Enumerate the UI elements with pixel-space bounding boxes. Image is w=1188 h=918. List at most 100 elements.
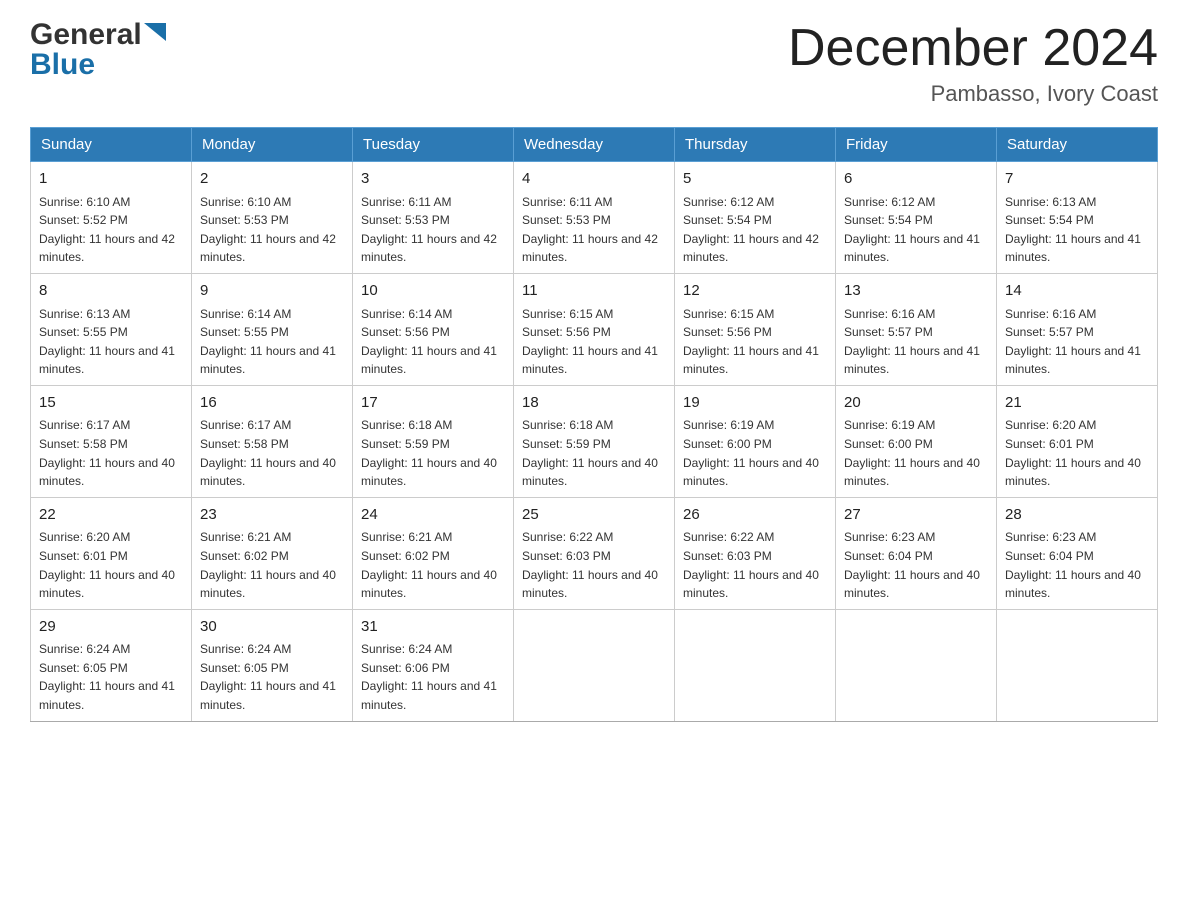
calendar-header-row: SundayMondayTuesdayWednesdayThursdayFrid… bbox=[31, 128, 1158, 162]
day-info: Sunrise: 6:16 AMSunset: 5:57 PMDaylight:… bbox=[1005, 305, 1149, 379]
day-info: Sunrise: 6:13 AMSunset: 5:54 PMDaylight:… bbox=[1005, 193, 1149, 267]
day-info: Sunrise: 6:13 AMSunset: 5:55 PMDaylight:… bbox=[39, 305, 183, 379]
calendar-week-row: 1Sunrise: 6:10 AMSunset: 5:52 PMDaylight… bbox=[31, 162, 1158, 274]
day-number: 18 bbox=[522, 392, 666, 415]
day-number: 20 bbox=[844, 392, 988, 415]
day-number: 5 bbox=[683, 168, 827, 191]
day-number: 16 bbox=[200, 392, 344, 415]
day-number: 1 bbox=[39, 168, 183, 191]
calendar-cell: 7Sunrise: 6:13 AMSunset: 5:54 PMDaylight… bbox=[997, 162, 1158, 274]
calendar-cell: 11Sunrise: 6:15 AMSunset: 5:56 PMDayligh… bbox=[514, 274, 675, 386]
day-number: 11 bbox=[522, 280, 666, 303]
day-number: 14 bbox=[1005, 280, 1149, 303]
logo-triangle-icon bbox=[144, 23, 166, 41]
calendar-day-header: Friday bbox=[836, 128, 997, 162]
day-number: 29 bbox=[39, 616, 183, 639]
day-number: 2 bbox=[200, 168, 344, 191]
calendar-cell: 16Sunrise: 6:17 AMSunset: 5:58 PMDayligh… bbox=[192, 385, 353, 497]
day-info: Sunrise: 6:20 AMSunset: 6:01 PMDaylight:… bbox=[39, 528, 183, 602]
day-number: 3 bbox=[361, 168, 505, 191]
day-info: Sunrise: 6:17 AMSunset: 5:58 PMDaylight:… bbox=[200, 416, 344, 490]
calendar-cell: 18Sunrise: 6:18 AMSunset: 5:59 PMDayligh… bbox=[514, 385, 675, 497]
calendar-cell bbox=[514, 609, 675, 721]
day-number: 6 bbox=[844, 168, 988, 191]
day-number: 12 bbox=[683, 280, 827, 303]
day-info: Sunrise: 6:21 AMSunset: 6:02 PMDaylight:… bbox=[200, 528, 344, 602]
day-number: 9 bbox=[200, 280, 344, 303]
calendar-cell: 23Sunrise: 6:21 AMSunset: 6:02 PMDayligh… bbox=[192, 497, 353, 609]
day-info: Sunrise: 6:18 AMSunset: 5:59 PMDaylight:… bbox=[522, 416, 666, 490]
day-number: 27 bbox=[844, 504, 988, 527]
logo-blue-text: Blue bbox=[30, 50, 166, 80]
calendar-cell: 30Sunrise: 6:24 AMSunset: 6:05 PMDayligh… bbox=[192, 609, 353, 721]
calendar-cell: 13Sunrise: 6:16 AMSunset: 5:57 PMDayligh… bbox=[836, 274, 997, 386]
day-info: Sunrise: 6:16 AMSunset: 5:57 PMDaylight:… bbox=[844, 305, 988, 379]
day-info: Sunrise: 6:15 AMSunset: 5:56 PMDaylight:… bbox=[683, 305, 827, 379]
day-info: Sunrise: 6:22 AMSunset: 6:03 PMDaylight:… bbox=[683, 528, 827, 602]
calendar-cell: 19Sunrise: 6:19 AMSunset: 6:00 PMDayligh… bbox=[675, 385, 836, 497]
day-number: 23 bbox=[200, 504, 344, 527]
day-number: 7 bbox=[1005, 168, 1149, 191]
day-number: 31 bbox=[361, 616, 505, 639]
calendar-cell bbox=[997, 609, 1158, 721]
page-header: General Blue December 2024 Pambasso, Ivo… bbox=[30, 20, 1158, 107]
title-section: December 2024 Pambasso, Ivory Coast bbox=[788, 20, 1158, 107]
calendar-cell: 1Sunrise: 6:10 AMSunset: 5:52 PMDaylight… bbox=[31, 162, 192, 274]
day-number: 30 bbox=[200, 616, 344, 639]
day-number: 13 bbox=[844, 280, 988, 303]
day-info: Sunrise: 6:23 AMSunset: 6:04 PMDaylight:… bbox=[844, 528, 988, 602]
day-info: Sunrise: 6:22 AMSunset: 6:03 PMDaylight:… bbox=[522, 528, 666, 602]
day-number: 19 bbox=[683, 392, 827, 415]
calendar-cell: 22Sunrise: 6:20 AMSunset: 6:01 PMDayligh… bbox=[31, 497, 192, 609]
calendar-cell: 8Sunrise: 6:13 AMSunset: 5:55 PMDaylight… bbox=[31, 274, 192, 386]
calendar-day-header: Thursday bbox=[675, 128, 836, 162]
day-info: Sunrise: 6:11 AMSunset: 5:53 PMDaylight:… bbox=[361, 193, 505, 267]
calendar-cell: 21Sunrise: 6:20 AMSunset: 6:01 PMDayligh… bbox=[997, 385, 1158, 497]
calendar-cell: 24Sunrise: 6:21 AMSunset: 6:02 PMDayligh… bbox=[353, 497, 514, 609]
day-info: Sunrise: 6:24 AMSunset: 6:05 PMDaylight:… bbox=[200, 640, 344, 714]
calendar-cell: 4Sunrise: 6:11 AMSunset: 5:53 PMDaylight… bbox=[514, 162, 675, 274]
calendar-cell: 17Sunrise: 6:18 AMSunset: 5:59 PMDayligh… bbox=[353, 385, 514, 497]
calendar-cell: 25Sunrise: 6:22 AMSunset: 6:03 PMDayligh… bbox=[514, 497, 675, 609]
calendar-week-row: 22Sunrise: 6:20 AMSunset: 6:01 PMDayligh… bbox=[31, 497, 1158, 609]
month-title: December 2024 bbox=[788, 20, 1158, 77]
calendar-week-row: 8Sunrise: 6:13 AMSunset: 5:55 PMDaylight… bbox=[31, 274, 1158, 386]
calendar-cell: 14Sunrise: 6:16 AMSunset: 5:57 PMDayligh… bbox=[997, 274, 1158, 386]
calendar-day-header: Saturday bbox=[997, 128, 1158, 162]
calendar-cell: 29Sunrise: 6:24 AMSunset: 6:05 PMDayligh… bbox=[31, 609, 192, 721]
calendar-cell: 10Sunrise: 6:14 AMSunset: 5:56 PMDayligh… bbox=[353, 274, 514, 386]
calendar-day-header: Monday bbox=[192, 128, 353, 162]
day-number: 25 bbox=[522, 504, 666, 527]
day-info: Sunrise: 6:14 AMSunset: 5:55 PMDaylight:… bbox=[200, 305, 344, 379]
day-number: 22 bbox=[39, 504, 183, 527]
calendar-table: SundayMondayTuesdayWednesdayThursdayFrid… bbox=[30, 127, 1158, 721]
calendar-day-header: Wednesday bbox=[514, 128, 675, 162]
calendar-cell: 20Sunrise: 6:19 AMSunset: 6:00 PMDayligh… bbox=[836, 385, 997, 497]
calendar-cell: 26Sunrise: 6:22 AMSunset: 6:03 PMDayligh… bbox=[675, 497, 836, 609]
day-number: 10 bbox=[361, 280, 505, 303]
logo-general-text: General bbox=[30, 20, 142, 50]
calendar-cell: 31Sunrise: 6:24 AMSunset: 6:06 PMDayligh… bbox=[353, 609, 514, 721]
day-number: 17 bbox=[361, 392, 505, 415]
calendar-cell: 6Sunrise: 6:12 AMSunset: 5:54 PMDaylight… bbox=[836, 162, 997, 274]
day-info: Sunrise: 6:17 AMSunset: 5:58 PMDaylight:… bbox=[39, 416, 183, 490]
location-title: Pambasso, Ivory Coast bbox=[788, 81, 1158, 107]
day-info: Sunrise: 6:24 AMSunset: 6:06 PMDaylight:… bbox=[361, 640, 505, 714]
day-info: Sunrise: 6:11 AMSunset: 5:53 PMDaylight:… bbox=[522, 193, 666, 267]
calendar-cell: 27Sunrise: 6:23 AMSunset: 6:04 PMDayligh… bbox=[836, 497, 997, 609]
day-number: 21 bbox=[1005, 392, 1149, 415]
day-number: 24 bbox=[361, 504, 505, 527]
calendar-cell bbox=[675, 609, 836, 721]
day-number: 26 bbox=[683, 504, 827, 527]
day-info: Sunrise: 6:10 AMSunset: 5:52 PMDaylight:… bbox=[39, 193, 183, 267]
day-number: 4 bbox=[522, 168, 666, 191]
calendar-week-row: 29 Sunrise: 6:24 AMSunset: 6:05 PMDayligh… bbox=[31, 609, 1158, 721]
day-info: Sunrise: 6:19 AMSunset: 6:00 PMDaylight:… bbox=[844, 416, 988, 490]
calendar-day-header: Tuesday bbox=[353, 128, 514, 162]
day-info: Sunrise: 6:19 AMSunset: 6:00 PMDaylight:… bbox=[683, 416, 827, 490]
calendar-cell: 9Sunrise: 6:14 AMSunset: 5:55 PMDaylight… bbox=[192, 274, 353, 386]
calendar-cell bbox=[836, 609, 997, 721]
day-info: Sunrise: 6:14 AMSunset: 5:56 PMDaylight:… bbox=[361, 305, 505, 379]
day-info: Sunrise: 6:18 AMSunset: 5:59 PMDaylight:… bbox=[361, 416, 505, 490]
calendar-cell: 12Sunrise: 6:15 AMSunset: 5:56 PMDayligh… bbox=[675, 274, 836, 386]
